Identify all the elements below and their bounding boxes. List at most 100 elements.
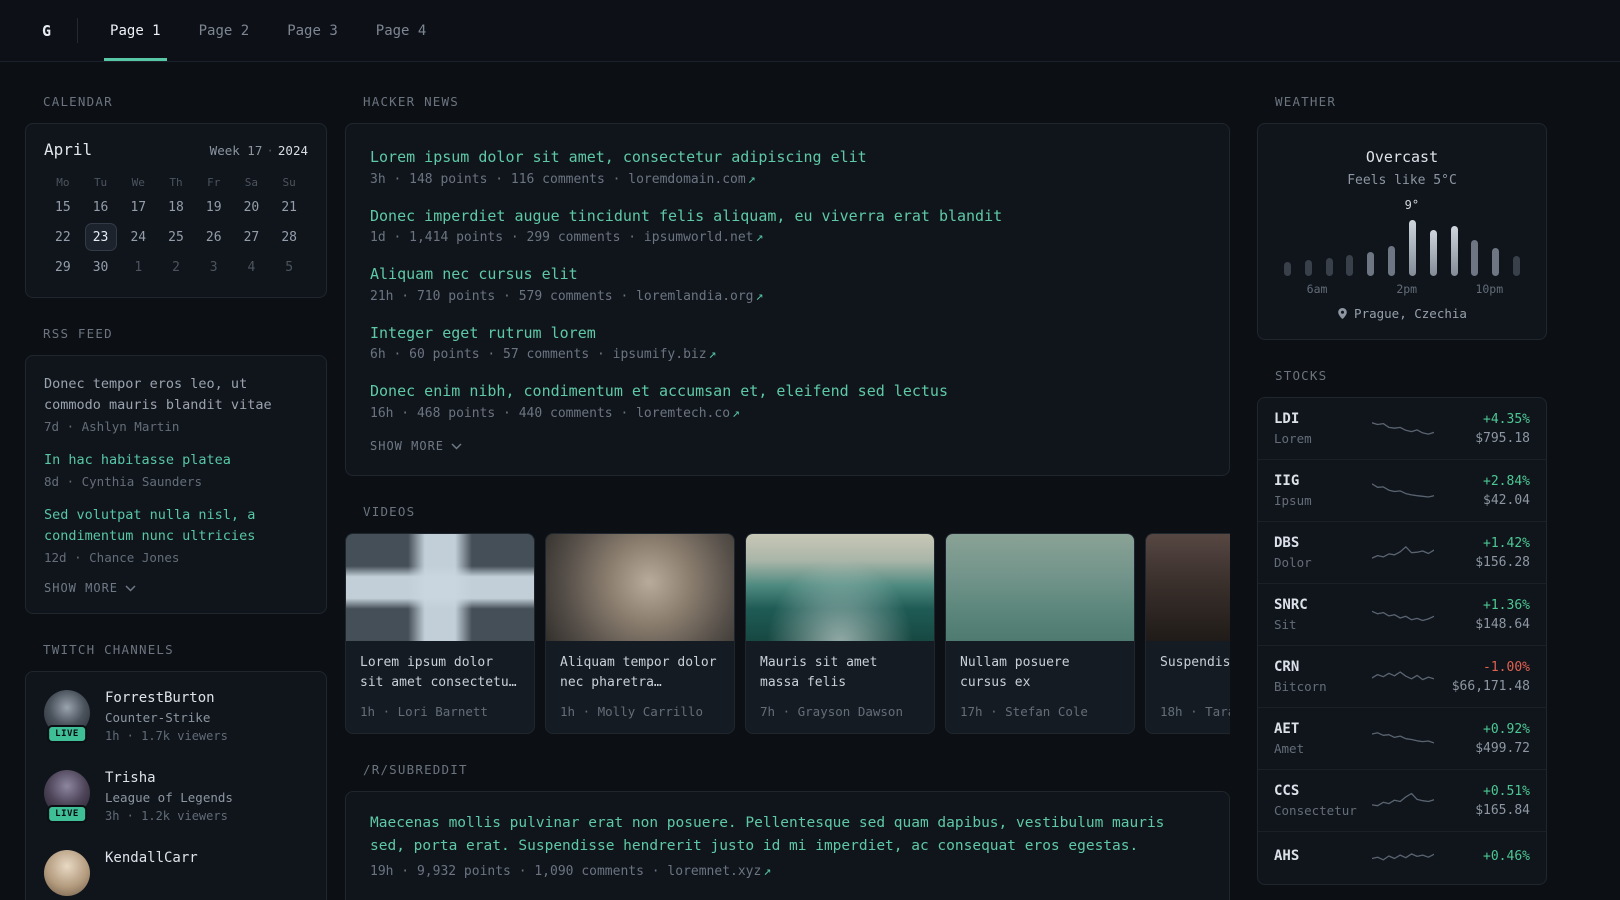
channel-name[interactable]: ForrestBurton [105, 690, 228, 706]
stock-price: $42.04 [1483, 492, 1530, 508]
twitch-channel[interactable]: LIVE ForrestBurton Counter-Strike 1h · 1… [44, 689, 308, 750]
video-title[interactable]: Nullam posuere cursus ex [960, 653, 1120, 695]
video-title[interactable]: Mauris sit amet massa felis [760, 653, 920, 695]
stock-ticker: AHS [1274, 848, 1300, 864]
twitch-channel[interactable]: KendallCarr [44, 849, 308, 900]
calendar-day-next-month: 3 [209, 259, 218, 275]
rss-show-more-button[interactable]: SHOW MORE [44, 581, 308, 595]
external-link-icon[interactable]: ↗ [763, 864, 771, 879]
video-thumbnail[interactable] [546, 533, 734, 641]
twitch-card: LIVE ForrestBurton Counter-Strike 1h · 1… [25, 670, 327, 900]
calendar-days-grid: 15 16 17 18 19 20 21 22 23 24 25 26 27 2… [44, 193, 308, 281]
subreddit-post-meta-text: 19h · 9,932 points · 1,090 comments · lo… [370, 863, 762, 879]
external-link-icon[interactable]: ↗ [756, 230, 764, 245]
weather-bar [1346, 255, 1354, 276]
video-thumbnail[interactable] [946, 533, 1134, 641]
video-thumbnail[interactable] [746, 533, 934, 641]
external-link-icon[interactable]: ↗ [756, 289, 764, 304]
stock-price: $148.64 [1475, 616, 1530, 632]
hn-item-meta-text: 6h · 60 points · 57 comments · ipsumify.… [370, 347, 707, 362]
hn-item: Integer eget rutrum lorem 6h · 60 points… [370, 322, 1205, 363]
video-body: Nullam posuere cursus ex 17h · Stefan Co… [946, 641, 1134, 733]
rss-item-title[interactable]: Sed volutpat nulla nisl, a condimentum n… [44, 505, 308, 547]
calendar-week: Week 17 · 2024 [210, 143, 308, 158]
video-card[interactable]: Lorem ipsum dolor sit amet consectetu… 1… [345, 532, 535, 734]
avatar-wrap: LIVE [44, 769, 90, 823]
calendar-day-next-month: 2 [172, 259, 180, 275]
hn-item-title[interactable]: Aliquam nec cursus elit [370, 263, 1205, 286]
stock-row[interactable]: IIG Ipsum +2.84% $42.04 [1258, 459, 1546, 521]
video-card[interactable]: Aliquam tempor dolor nec pharetra… 1h · … [545, 532, 735, 734]
stock-name: Amet [1274, 741, 1305, 756]
rss-item-meta: 7d · Ashlyn Martin [44, 418, 180, 434]
day-header: Tu [93, 175, 108, 189]
hn-item-meta-text: 3h · 148 points · 116 comments · loremdo… [370, 171, 746, 187]
tab-page-4[interactable]: Page 4 [370, 0, 433, 61]
videos-section-title: VIDEOS [363, 503, 416, 519]
weather-hours: 6am 2pm 10pm [1284, 282, 1520, 298]
hn-item-title[interactable]: Donec enim nibh, condimentum et accumsan… [370, 380, 1205, 403]
twitch-section-title: TWITCH CHANNELS [43, 641, 174, 657]
external-link-icon[interactable]: ↗ [709, 347, 717, 362]
hn-item: Aliquam nec cursus elit 21h · 710 points… [370, 263, 1205, 304]
rss-item-title[interactable]: Donec tempor eros leo, ut commodo mauris… [44, 374, 308, 416]
weather-bar [1471, 240, 1479, 276]
hn-item-meta-text: 21h · 710 points · 579 comments · loreml… [370, 288, 754, 304]
tab-page-1[interactable]: Page 1 [104, 0, 167, 61]
channel-info: KendallCarr [105, 850, 198, 900]
calendar-week-label: Week 17 [209, 143, 263, 158]
video-title[interactable]: Aliquam tempor dolor nec pharetra… [560, 653, 720, 695]
subreddit-post-title[interactable]: Maecenas mollis pulvinar erat non posuer… [370, 812, 1205, 858]
external-link-icon[interactable]: ↗ [748, 172, 756, 187]
video-title[interactable]: Suspendisse diam [1160, 653, 1230, 695]
separator: · [266, 143, 274, 158]
video-card[interactable]: Nullam posuere cursus ex 17h · Stefan Co… [945, 532, 1135, 734]
hn-item-title[interactable]: Lorem ipsum dolor sit amet, consectetur … [370, 146, 1205, 169]
video-title[interactable]: Lorem ipsum dolor sit amet consectetu… [360, 653, 520, 695]
calendar-day: 28 [281, 229, 297, 245]
video-thumbnail[interactable] [346, 533, 534, 641]
channel-info: ForrestBurton Counter-Strike 1h · 1.7k v… [105, 690, 228, 750]
tab-page-3[interactable]: Page 3 [281, 0, 344, 61]
stock-row[interactable]: SNRC Sit +1.36% $148.64 [1258, 583, 1546, 645]
rss-item: Donec tempor eros leo, ut commodo mauris… [44, 374, 308, 434]
hn-item-title[interactable]: Integer eget rutrum lorem [370, 322, 1205, 345]
stock-row[interactable]: LDI Lorem +4.35% $795.18 [1258, 398, 1546, 459]
live-badge: LIVE [47, 724, 87, 743]
location-pin-icon [1338, 308, 1347, 319]
video-card[interactable]: Mauris sit amet massa felis 7h · Grayson… [745, 532, 935, 734]
stock-row[interactable]: DBS Dolor +1.42% $156.28 [1258, 521, 1546, 583]
calendar-day-next-month: 1 [134, 259, 143, 275]
page-tabs: Page 1 Page 2 Page 3 Page 4 [104, 0, 432, 61]
app-logo[interactable]: G [42, 0, 51, 61]
stock-row[interactable]: CCS Consectetur +0.51% $165.84 [1258, 769, 1546, 831]
day-header: Fr [207, 175, 221, 189]
day-header: Su [282, 175, 296, 189]
channel-name[interactable]: Trisha [105, 770, 233, 786]
day-header: Mo [56, 175, 70, 189]
stock-change: +1.42% [1483, 535, 1530, 551]
twitch-channel[interactable]: LIVE Trisha League of Legends 3h · 1.2k … [44, 769, 308, 830]
rss-item-title[interactable]: In hac habitasse platea [44, 450, 308, 471]
stock-row[interactable]: AET Amet +0.92% $499.72 [1258, 707, 1546, 769]
hn-item-title[interactable]: Donec imperdiet augue tincidunt felis al… [370, 205, 1205, 228]
stock-row[interactable]: AHS +0.46% [1258, 831, 1546, 884]
weather-bar [1450, 226, 1458, 276]
video-meta: 7h · Grayson Dawson [760, 703, 903, 719]
rss-item-meta: 12d · Chance Jones [44, 549, 180, 565]
weather-chart: 9° 6am 2pm 10pm [1276, 198, 1528, 298]
calendar-header: April Week 17 · 2024 [44, 140, 308, 159]
tab-page-2[interactable]: Page 2 [193, 0, 256, 61]
external-link-icon[interactable]: ↗ [732, 406, 740, 421]
calendar-widget: CALENDAR April Week 17 · 2024 Mo Tu We Th … [25, 94, 327, 298]
stock-row[interactable]: CRN Bitcorn -1.00% $66,171.48 [1258, 645, 1546, 707]
stock-values: +0.92% $499.72 [1440, 722, 1530, 756]
video-card[interactable]: Suspendisse diam 18h · Tara [1145, 532, 1230, 734]
video-body: Aliquam tempor dolor nec pharetra… 1h · … [546, 641, 734, 733]
weather-bar [1512, 256, 1520, 276]
stock-values: +0.46% [1440, 849, 1530, 868]
channel-name[interactable]: KendallCarr [105, 850, 198, 866]
weather-hour-label: 6am [1306, 282, 1328, 296]
hn-show-more-button[interactable]: SHOW MORE [370, 439, 1205, 453]
video-thumbnail[interactable] [1146, 533, 1230, 641]
